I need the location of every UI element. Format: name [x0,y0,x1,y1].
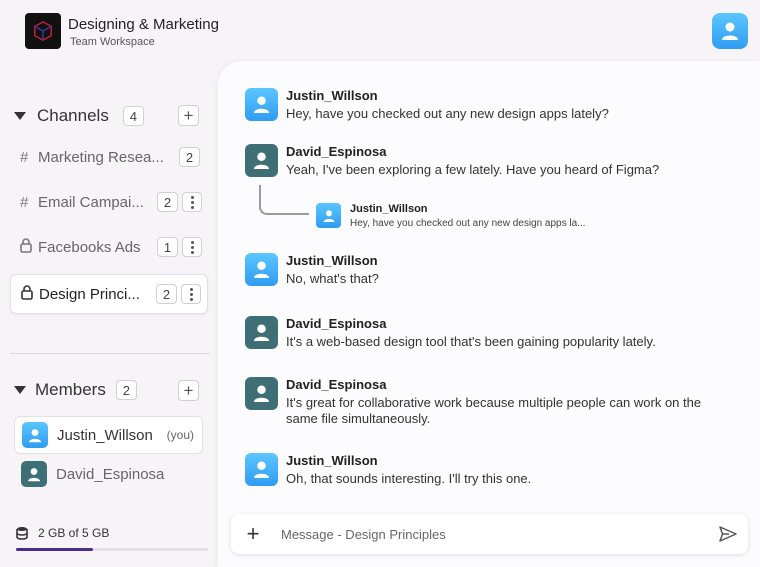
caret-down-icon [14,386,26,394]
user-icon [253,461,270,478]
avatar [316,203,341,228]
storage-progress-bar [16,548,208,551]
member-item[interactable]: David_Espinosa [14,455,203,493]
plus-icon: + [183,106,194,125]
user-icon [253,324,270,341]
channels-header[interactable]: Channels 4 [14,106,144,126]
lock-icon [21,284,39,304]
sidebar-item-channel[interactable]: # Marketing Resea... 2 [10,137,208,177]
more-vertical-icon [190,240,194,254]
sidebar-item-channel-active[interactable]: Design Princi... 2 [10,274,208,314]
storage-progress-fill [16,548,93,551]
message-text: Oh, that sounds interesting. I'll try th… [286,471,532,486]
cube-logo-icon [34,20,52,42]
send-icon [719,526,737,542]
message-text: It's a web-based design tool that's been… [286,334,656,349]
user-icon [253,152,270,169]
chat-message: David_Espinosa It's great for collaborat… [245,377,736,427]
message-author: David_Espinosa [286,377,387,392]
sidebar-item-channel[interactable]: Facebooks Ads 1 [10,227,208,267]
message-author: Justin_Willson [286,88,378,103]
chat-message: David_Espinosa It's a web-based design t… [245,316,736,350]
more-vertical-icon [190,195,194,209]
avatar [245,88,278,121]
user-icon [323,209,334,222]
message-text: Yeah, I've been exploring a few lately. … [286,162,660,177]
message-author: Justin_Willson [286,253,378,268]
workspace-logo [25,13,61,49]
avatar [22,422,48,448]
user-icon [28,467,40,481]
channel-more-button[interactable] [182,237,202,257]
plus-icon: + [183,381,194,400]
add-channel-button[interactable]: + [178,105,199,126]
workspace-subtitle: Team Workspace [70,36,155,48]
channel-label: Email Campai... [38,193,144,211]
attach-button[interactable]: + [231,521,275,547]
user-icon [253,261,270,278]
channel-count-badge: 1 [157,237,178,257]
reply-author: Justin_Willson [350,203,428,215]
user-icon [253,385,270,402]
chat-panel [218,61,760,567]
message-text: No, what's that? [286,271,379,286]
member-name: Justin_Willson [57,426,153,444]
message-author: David_Espinosa [286,316,387,331]
channel-count-badge: 2 [157,192,178,212]
sidebar-divider [10,353,210,354]
user-icon [722,22,738,40]
database-icon [16,527,28,540]
thread-reply-preview[interactable]: Justin_Willson Hey, have you checked out… [316,203,586,229]
chat-message: Justin_Willson Oh, that sounds interesti… [245,453,736,487]
channel-count-badge: 2 [156,284,177,304]
storage-label: 2 GB of 5 GB [38,526,110,540]
message-composer: + [231,514,748,554]
channel-label: Design Princi... [39,285,140,303]
plus-icon: + [246,521,260,546]
message-author: David_Espinosa [286,144,387,159]
hash-icon: # [20,193,29,211]
add-member-button[interactable]: + [178,380,199,401]
member-item[interactable]: Justin_Willson (you) [14,416,203,454]
thread-connector [259,185,309,215]
user-avatar-button[interactable] [712,13,748,49]
avatar [245,316,278,349]
avatar [245,253,278,286]
chat-message: Justin_Willson Hey, have you checked out… [245,88,736,122]
user-icon [29,428,41,442]
avatar [245,144,278,177]
member-name: David_Espinosa [56,465,165,483]
members-title: Members [35,380,106,399]
members-count-badge: 2 [115,380,137,400]
message-author: Justin_Willson [286,453,378,468]
caret-down-icon [14,112,26,120]
channel-label: Facebooks Ads [38,238,141,256]
avatar [21,461,47,487]
more-vertical-icon [189,287,193,301]
members-header[interactable]: Members 2 [14,380,137,400]
channels-title: Channels [37,106,109,125]
channel-more-button[interactable] [181,284,201,304]
hash-icon: # [20,148,29,166]
reply-text: Hey, have you checked out any new design… [350,218,586,229]
member-you-tag: (you) [166,428,194,442]
lock-icon [20,237,38,257]
storage-indicator: 2 GB of 5 GB [16,526,109,540]
chat-message: Justin_Willson No, what's that? [245,253,736,287]
sidebar-item-channel[interactable]: # Email Campai... 2 [10,182,208,222]
channel-count-badge: 2 [179,147,200,167]
send-button[interactable] [708,526,748,542]
message-text: It's great for collaborative work becaus… [286,395,702,426]
user-icon [253,96,270,113]
chat-message: David_Espinosa Yeah, I've been exploring… [245,144,736,178]
workspace-title: Designing & Marketing [68,16,219,33]
channel-more-button[interactable] [182,192,202,212]
message-text: Hey, have you checked out any new design… [286,106,609,121]
avatar [245,377,278,410]
channels-count-badge: 4 [122,106,144,126]
message-input[interactable] [275,526,708,542]
avatar [245,453,278,486]
channel-label: Marketing Resea... [38,148,164,166]
